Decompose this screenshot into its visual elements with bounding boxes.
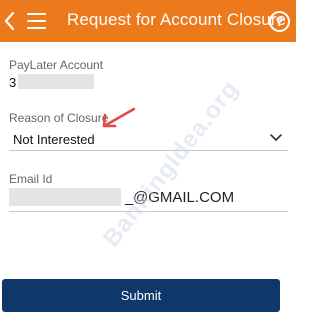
chevron-down-icon[interactable] xyxy=(269,133,283,143)
redacted-account-number xyxy=(18,74,94,89)
paylater-account-label: PayLater Account xyxy=(9,58,104,72)
hamburger-menu-icon-bar xyxy=(27,27,46,29)
redacted-email-local-part xyxy=(9,188,121,206)
page-title: Request for Account Closure xyxy=(67,10,287,29)
email-underline xyxy=(9,211,288,212)
hamburger-menu-icon-bar xyxy=(27,20,46,22)
email-field[interactable]: _ @GMAIL.COM xyxy=(9,186,288,210)
back-button[interactable] xyxy=(3,9,17,33)
reason-selected-value: Not Interested xyxy=(13,132,95,147)
help-button[interactable]: ? xyxy=(269,11,290,32)
reason-underline xyxy=(9,150,288,151)
reason-label: Reason of Closure xyxy=(9,111,109,125)
back-chevron-icon xyxy=(4,11,15,31)
help-circle-icon: ? xyxy=(275,14,284,29)
paylater-account-value: 3 xyxy=(9,75,17,90)
email-label: Email Id xyxy=(9,172,53,186)
annotation-arrow-icon xyxy=(102,107,136,128)
submit-button[interactable]: Submit xyxy=(2,279,280,312)
menu-button[interactable] xyxy=(27,12,46,30)
app-bar: Request for Account Closure ? xyxy=(0,0,296,42)
submit-button-label: Submit xyxy=(120,288,162,303)
hamburger-menu-icon xyxy=(27,13,46,15)
watermark: BankingIdea.org xyxy=(97,75,245,252)
reason-dropdown[interactable]: Not Interested xyxy=(9,127,288,149)
email-domain-value: @GMAIL.COM xyxy=(133,189,235,206)
